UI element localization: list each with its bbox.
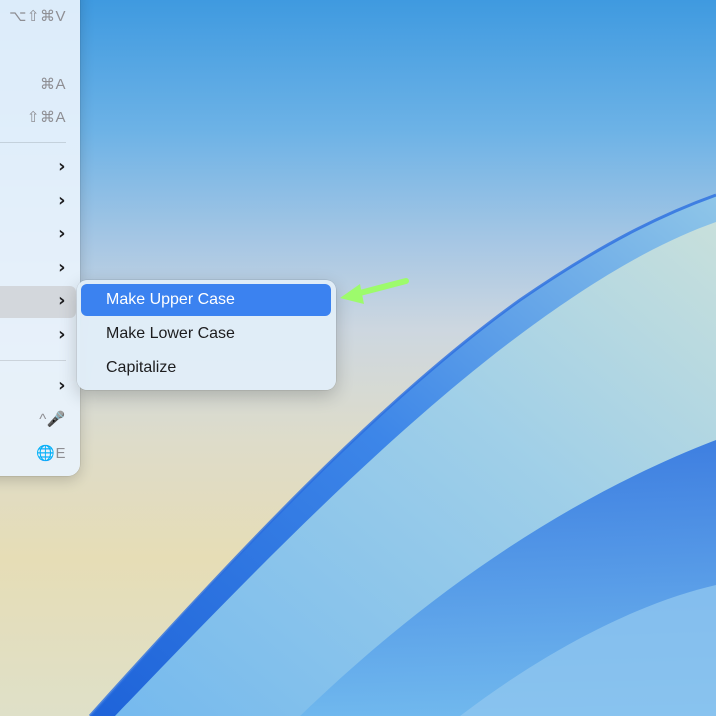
menu-separator — [0, 142, 66, 143]
dictation-shortcut[interactable]: ^🎤 — [39, 409, 66, 429]
make-upper-case-item[interactable]: Make Upper Case — [81, 284, 331, 316]
chevron-right-icon: › — [58, 290, 66, 311]
chevron-right-icon: › — [58, 156, 66, 177]
transformations-submenu: Make Upper Case Make Lower Case Capitali… — [77, 280, 336, 390]
annotation-arrow-icon — [340, 278, 409, 304]
deselect-all-shortcut[interactable]: ⇧⌘A — [27, 107, 66, 127]
chevron-right-icon: › — [58, 375, 66, 396]
chevron-right-icon: › — [58, 257, 66, 278]
edit-menu-panel: ⌥⇧⌘V ⌘A ⇧⌘A › › › › › › › ^🎤 🌐E — [0, 0, 80, 476]
chevron-right-icon: › — [58, 190, 66, 211]
make-lower-case-item[interactable]: Make Lower Case — [81, 318, 331, 350]
submenu-row-7[interactable]: › — [58, 376, 66, 396]
submenu-row-6[interactable]: › — [58, 325, 66, 345]
submenu-row-transformations[interactable]: › — [58, 291, 66, 311]
menu-separator — [0, 360, 66, 361]
select-all-shortcut[interactable]: ⌘A — [40, 74, 66, 94]
chevron-right-icon: › — [58, 223, 66, 244]
chevron-right-icon: › — [58, 324, 66, 345]
emoji-symbols-shortcut[interactable]: 🌐E — [36, 443, 66, 463]
submenu-row-3[interactable]: › — [58, 224, 66, 244]
paste-match-style-shortcut[interactable]: ⌥⇧⌘V — [9, 6, 66, 26]
submenu-row-1[interactable]: › — [58, 157, 66, 177]
submenu-row-2[interactable]: › — [58, 191, 66, 211]
capitalize-item[interactable]: Capitalize — [81, 352, 331, 384]
submenu-row-4[interactable]: › — [58, 258, 66, 278]
